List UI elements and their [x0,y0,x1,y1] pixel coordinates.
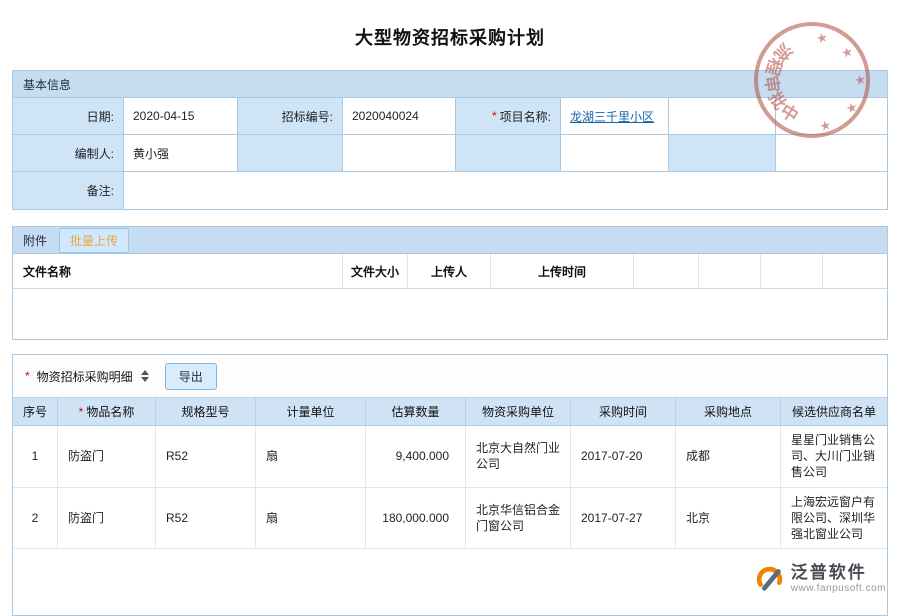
cell-purchase-place: 成都 [676,426,781,488]
export-button[interactable]: 导出 [165,363,217,390]
detail-table: 序号 * 物品名称 规格型号 计量单位 估算数量 物资采购单位 采购时间 采购地… [13,397,887,549]
cell-purchase-time: 2017-07-20 [571,426,676,488]
col-header-file-size: 文件大小 [343,254,408,288]
cell-purchasing-unit: 北京华信铝合金门窗公司 [466,488,571,550]
cell-purchase-place: 北京 [676,488,781,550]
remark-label: 备注: [13,172,124,209]
project-name-link[interactable]: 龙湖三千里小区 [570,108,654,125]
col-header-empty [761,254,823,288]
empty-cell [343,135,456,172]
col-header-empty [634,254,699,288]
cell-unit: 扇 [256,488,366,550]
project-name-cell: 龙湖三千里小区 [561,98,669,135]
cell-unit: 扇 [256,426,366,488]
col-header-candidate-suppliers: 候选供应商名单 [781,398,887,426]
required-mark: * [492,109,497,123]
empty-label-cell [238,135,343,172]
col-header-spec-model: 规格型号 [156,398,256,426]
page-title: 大型物资招标采购计划 [0,0,900,50]
col-header-seq: 序号 [13,398,58,426]
cell-seq: 2 [13,488,58,550]
col-header-unit: 计量单位 [256,398,366,426]
project-name-label: * 项目名称: [456,98,561,135]
attachments-title: 附件 [23,232,47,249]
cell-spec-model: R52 [156,488,256,550]
cell-estimated-qty: 9,400.000 [366,426,466,488]
creator-label: 编制人: [13,135,124,172]
basic-info-title: 基本信息 [23,76,71,93]
attachments-table-header: 文件名称 文件大小 上传人 上传时间 [13,254,887,289]
cell-candidate-suppliers: 星星门业销售公司、大川门业销售公司 [781,426,887,488]
attachments-header: 附件 批量上传 [13,227,887,254]
col-header-empty [699,254,761,288]
col-header-purchase-place: 采购地点 [676,398,781,426]
basic-info-header: 基本信息 [13,71,887,98]
empty-label-cell [456,135,561,172]
col-header-purchase-time: 采购时间 [571,398,676,426]
attachments-section: 附件 批量上传 文件名称 文件大小 上传人 上传时间 [12,226,888,340]
bid-no-value: 2020040024 [343,98,456,135]
date-value: 2020-04-15 [124,98,238,135]
required-mark: * [25,369,30,383]
vendor-name: 泛普软件 [791,563,886,583]
basic-info-form: 日期: 2020-04-15 招标编号: 2020040024 * 项目名称: … [13,98,887,209]
vendor-watermark: 泛普软件 www.fanpusoft.com [754,563,886,594]
cell-spec-model: R52 [156,426,256,488]
sort-icon[interactable] [141,370,149,382]
cell-item-name: 防盗门 [58,426,156,488]
batch-upload-button[interactable]: 批量上传 [59,228,129,253]
col-header-upload-time: 上传时间 [491,254,634,288]
empty-cell [669,98,776,135]
col-header-purchasing-unit: 物资采购单位 [466,398,571,426]
basic-info-section: 基本信息 日期: 2020-04-15 招标编号: 2020040024 * 项… [12,70,888,210]
col-header-empty [823,254,887,288]
creator-value: 黄小强 [124,135,238,172]
attachments-empty-body [13,289,887,339]
vendor-logo-icon [754,563,784,593]
cell-purchase-time: 2017-07-27 [571,488,676,550]
bid-no-label: 招标编号: [238,98,343,135]
detail-title-row: * 物资招标采购明细 导出 [13,355,887,397]
cell-seq: 1 [13,426,58,488]
col-header-estimated-qty: 估算数量 [366,398,466,426]
detail-section-title: 物资招标采购明细 [37,368,133,385]
empty-cell [561,135,669,172]
vendor-url: www.fanpusoft.com [791,583,886,595]
col-header-uploader: 上传人 [408,254,491,288]
required-mark: * [79,405,84,419]
cell-candidate-suppliers: 上海宏远窗户有限公司、深圳华强北窗业公司 [781,488,887,550]
remark-value [124,172,887,209]
cell-estimated-qty: 180,000.000 [366,488,466,550]
col-header-item-name: * 物品名称 [58,398,156,426]
cell-purchasing-unit: 北京大自然门业公司 [466,426,571,488]
empty-label-cell [669,135,776,172]
cell-item-name: 防盗门 [58,488,156,550]
empty-cell [776,135,887,172]
date-label: 日期: [13,98,124,135]
empty-cell [776,98,887,135]
col-header-file-name: 文件名称 [13,254,343,288]
